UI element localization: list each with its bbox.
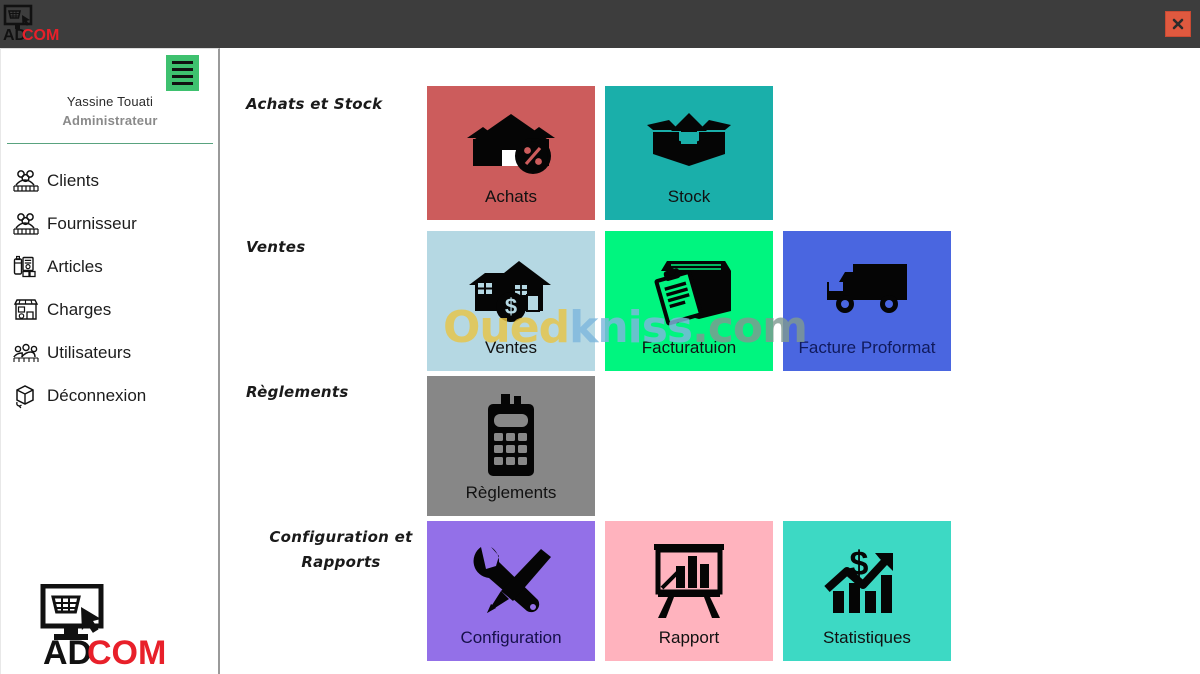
sidebar-item-charges[interactable]: Charges [1,288,219,331]
app-brand-logo: AD COM [35,583,185,672]
tile-configuration[interactable]: Configuration [427,521,595,661]
growth-chart-dollar-icon: $ [783,521,951,629]
products-jars-icon [9,252,43,282]
tile-label: Facture Proformat [798,338,936,357]
pos-terminal-icon [427,376,595,484]
tile-stock[interactable]: Stock [605,86,773,220]
tile-ventes[interactable]: $ Ventes [427,231,595,371]
section-label-achats-stock: Achats et Stock [246,95,383,113]
svg-text:COM: COM [87,634,166,666]
sidebar-item-clients[interactable]: Clients [1,159,219,202]
hamburger-menu-icon [172,61,193,64]
clients-group-icon [9,166,43,196]
tile-reglements[interactable]: Règlements [427,376,595,516]
tile-label: Configuration [460,628,562,647]
tile-label: Règlements [465,483,557,502]
sidebar-item-articles[interactable]: Articles [1,245,219,288]
sidebar-item-utilisateurs[interactable]: Utilisateurs [1,331,219,374]
tile-label: Stock [667,187,711,206]
sidebar-item-label: Fournisseur [47,213,137,233]
sidebar-item-fournisseur[interactable]: Fournisseur [1,202,219,245]
user-role: Administrateur [62,113,158,128]
svg-text:AD: AD [43,634,92,666]
storefront-icon [9,295,43,325]
hamburger-menu-icon [172,68,193,71]
sidebar-item-label: Charges [47,299,112,319]
house-dollar-icon: $ [427,231,595,339]
tile-achats[interactable]: Achats [427,86,595,220]
delivery-truck-icon [783,231,951,339]
tile-facture-proformat[interactable]: Facture Proformat [783,231,951,371]
section-label-configuration-rapports: Configuration et Rapports [269,528,413,571]
shop-discount-icon [427,86,595,188]
sidebar: Yassine Touati Administrateur Clients Fo… [0,48,220,674]
sidebar-item-deconnexion[interactable]: Déconnexion [1,374,219,417]
tile-label: Facturatuion [641,338,737,357]
wrench-screwdriver-icon [427,521,595,629]
sidebar-item-label: Articles [47,256,103,276]
tile-label: Rapport [658,628,720,647]
user-name: Yassine Touati [66,94,154,109]
sidebar-item-label: Utilisateurs [47,342,132,362]
sidebar-divider [7,143,213,144]
user-info: Yassine Touati Administrateur [1,93,219,143]
hamburger-menu-icon [172,75,193,78]
close-window-button[interactable] [1165,11,1191,37]
main-content: Achats et Stock Ventes Règlements Config… [222,48,1200,674]
tile-label: Ventes [485,338,537,357]
window-title-bar: AD COM [0,0,1200,48]
app-logo-small: AD COM [2,4,60,44]
logout-box-icon [9,381,43,411]
tile-facturation[interactable]: Facturatuion [605,231,773,371]
chart-easel-icon [605,521,773,629]
open-box-icon [605,86,773,188]
sidebar-item-label: Clients [47,170,99,190]
tile-label: Statistiques [823,628,911,647]
sidebar-nav: Clients Fournisseur Articles Charges Uti… [1,159,219,417]
menu-toggle-button[interactable] [166,55,199,91]
users-icon [9,338,43,368]
svg-text:$: $ [505,294,517,319]
tile-statistiques[interactable]: $ Statistiques [783,521,951,661]
clipboard-box-icon [605,231,773,339]
sidebar-item-label: Déconnexion [47,385,147,405]
tile-label: Achats [485,187,537,206]
svg-text:COM: COM [22,27,59,44]
suppliers-group-icon [9,209,43,239]
close-icon [1172,18,1184,30]
tile-rapport[interactable]: Rapport [605,521,773,661]
hamburger-menu-icon [172,82,193,85]
section-label-ventes: Ventes [246,238,306,256]
section-label-reglements: Règlements [246,383,349,401]
